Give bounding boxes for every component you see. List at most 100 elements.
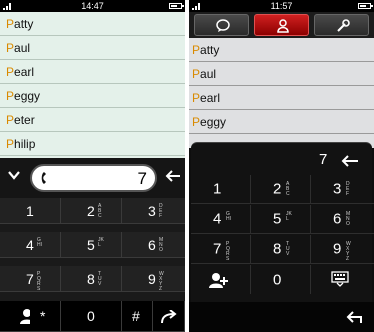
key-9[interactable]: 9 WXYZ: [311, 235, 374, 264]
battery-icon: [169, 3, 184, 9]
key-letters: TUV: [98, 271, 102, 287]
key-digit: 3: [148, 202, 156, 219]
dialpad-panel: 7 0 1 2 ABC 3 DEF 4 GHI 5 JKL 6 MNO 7 PQ…: [191, 142, 374, 302]
key-8[interactable]: 8 TUV: [61, 266, 122, 292]
key-digit: 8: [273, 240, 282, 258]
key-letters: PQRS: [37, 271, 41, 292]
keyboard-toggle-button[interactable]: [311, 265, 372, 294]
dialed-number: 7: [319, 151, 328, 168]
contact-row[interactable]: Pearl: [189, 86, 374, 110]
contact-row[interactable]: Peter: [0, 108, 185, 132]
dialer-screen-b: 11:57 Patty Paul Pearl Peggy 7 0 1 2 ABC…: [189, 0, 374, 332]
contact-row[interactable]: Patty: [189, 38, 374, 62]
backspace-icon[interactable]: [341, 155, 359, 167]
key-4[interactable]: 4 GHI: [191, 205, 251, 234]
add-contact-button[interactable]: [191, 265, 251, 294]
key-3[interactable]: 3 DEF: [122, 198, 185, 224]
hash-key[interactable]: #: [122, 301, 153, 332]
key-7[interactable]: 7 PQRS: [191, 235, 251, 264]
contact-name: eter: [14, 113, 35, 127]
key-digit: 6: [333, 210, 342, 228]
chat-bubble-icon: [216, 19, 230, 32]
back-arrow-icon[interactable]: [346, 310, 362, 324]
key-3[interactable]: 3 DEF: [311, 175, 374, 204]
signal-icon: [3, 3, 13, 10]
contact-row[interactable]: Peggy: [0, 84, 185, 108]
signal-icon: [192, 3, 202, 10]
call-forward-button[interactable]: [153, 301, 185, 332]
key-letters: WXYZ: [159, 271, 164, 292]
contact-row[interactable]: Peggy: [189, 110, 374, 134]
dialer-screen-a: 14:47 Patty Paul Pearl Peggy Peter Philip 7: [0, 0, 185, 332]
contact-name: eggy: [200, 115, 227, 129]
contact-row[interactable]: Philip: [0, 132, 185, 156]
keyboard-icon: [331, 271, 349, 287]
tab-contacts[interactable]: [254, 14, 309, 36]
key-digit: 4: [26, 236, 34, 253]
contact-name: hilip: [14, 137, 36, 151]
match-highlight: P: [192, 43, 201, 57]
tab-bar: [189, 12, 374, 38]
match-highlight: P: [6, 113, 15, 127]
tab-chat[interactable]: [194, 14, 249, 36]
key-letters: JKL: [98, 237, 104, 248]
key-digit: 1: [26, 202, 34, 219]
contact-name: earl: [200, 91, 221, 105]
contact-row[interactable]: Paul: [189, 62, 374, 86]
key-0[interactable]: 0: [251, 265, 311, 294]
key-letters: WXYZ: [346, 241, 351, 262]
key-letters: TUV: [286, 241, 290, 257]
key-9[interactable]: 9 WXYZ: [122, 266, 185, 292]
wrench-settings-icon: [337, 19, 350, 32]
tab-settings[interactable]: [314, 14, 369, 36]
contact-row[interactable]: Paul: [0, 36, 185, 60]
key-5[interactable]: 5 JKL: [251, 205, 311, 234]
contact-row[interactable]: Pearl: [0, 60, 185, 84]
key-digit: 2: [273, 180, 282, 198]
contacts-person-icon: [277, 19, 289, 33]
key-2[interactable]: 2 ABC: [251, 175, 311, 204]
chevron-down-icon[interactable]: [7, 168, 21, 182]
key-digit: 3: [333, 180, 342, 198]
key-letters: GHI: [226, 211, 231, 222]
contact-name: atty: [200, 43, 220, 57]
clock: 11:57: [270, 1, 293, 11]
contact-list: Patty Paul Pearl Peggy: [189, 38, 374, 148]
key-digit: 8: [87, 270, 95, 287]
match-highlight: P: [6, 17, 15, 31]
number-field[interactable]: 7: [30, 164, 157, 192]
key-4[interactable]: 4 GHI: [0, 232, 61, 258]
key-digit: 5: [87, 236, 95, 253]
dial-input-bar: 7: [0, 158, 185, 198]
match-highlight: P: [6, 89, 15, 103]
key-6[interactable]: 6 MNO: [311, 205, 374, 234]
match-highlight: P: [6, 41, 15, 55]
match-highlight: P: [192, 115, 201, 129]
key-5[interactable]: 5 JKL: [61, 232, 122, 258]
key-7[interactable]: 7 PQRS: [0, 266, 61, 292]
key-0[interactable]: 0: [61, 301, 122, 332]
contact-name: eggy: [14, 89, 41, 103]
key-digit: 4: [213, 210, 222, 228]
contact-name: earl: [14, 65, 35, 79]
match-highlight: P: [6, 137, 15, 151]
key-digit: 9: [333, 240, 342, 258]
key-letters: GHI: [37, 237, 42, 248]
key-1[interactable]: 1: [191, 175, 251, 204]
backspace-icon[interactable]: [165, 170, 181, 182]
key-letters: ABC: [98, 203, 102, 219]
key-2[interactable]: 2 ABC: [61, 198, 122, 224]
status-bar: 14:47: [0, 0, 185, 12]
contact-name: atty: [14, 17, 34, 31]
forward-arrow-icon: [161, 310, 177, 324]
match-highlight: P: [192, 91, 201, 105]
clock: 14:47: [81, 1, 104, 11]
add-person-icon: [209, 273, 228, 288]
key-letters: PQRS: [226, 241, 230, 262]
star-key[interactable]: *: [30, 301, 61, 332]
key-6[interactable]: 6 MNO: [122, 232, 185, 258]
contact-row[interactable]: Patty: [0, 12, 185, 36]
key-letters: DEF: [346, 181, 350, 197]
key-8[interactable]: 8 TUV: [251, 235, 311, 264]
key-1[interactable]: 1: [0, 198, 61, 224]
